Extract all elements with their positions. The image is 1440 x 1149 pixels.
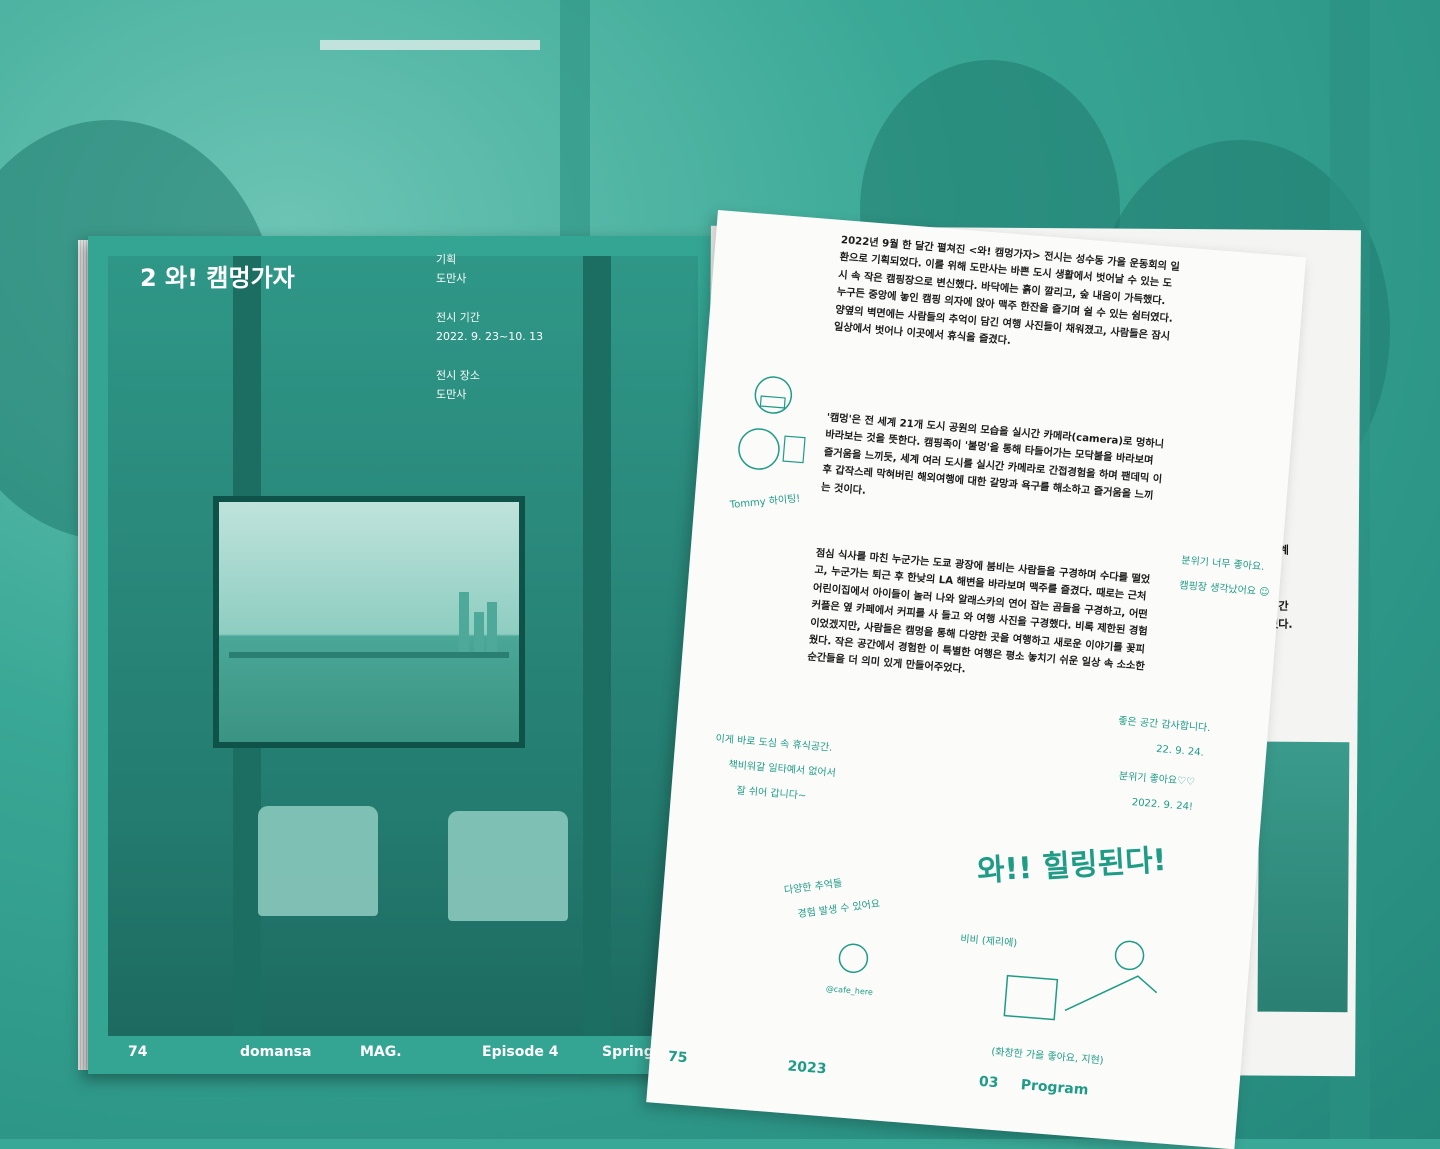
doodle-face-icon xyxy=(838,943,869,974)
handwriting-note: 이게 바로 도심 속 휴식공간. xyxy=(715,733,833,754)
footer-section-number: 03 xyxy=(978,1073,999,1092)
handwriting-note: 좋은 공간 감사합니다. xyxy=(1117,715,1211,735)
handwriting-handle: @cafe_here xyxy=(825,984,874,997)
photo-pillar xyxy=(583,256,611,1036)
footer-episode: Episode 4 xyxy=(482,1044,559,1060)
left-page: 2 와! 캠멍가자 기획 도만사 전시 기간 2022. 9. 23~10. 1… xyxy=(88,236,720,1074)
page-title: 2 와! 캠멍가자 xyxy=(140,264,295,292)
meta-planning: 기획 도만사 xyxy=(436,253,467,285)
exhibit-photo xyxy=(108,256,698,1036)
handwriting-note: 22. 9. 24. xyxy=(1155,743,1205,759)
handwriting-note: 비비 (제리에) xyxy=(959,933,1018,950)
meta-period: 전시 기간 2022. 9. 23~10. 13 xyxy=(436,311,544,343)
page-number: 74 xyxy=(128,1044,148,1060)
handwriting-note: 다양한 추억들 xyxy=(783,878,843,897)
footer-year: 2023 xyxy=(786,1058,828,1078)
street-photo xyxy=(1257,741,1350,1013)
handwritten-guest-sheet: 2022년 9월 한 달간 펼쳐진 <와! 캠멍가자> 전시는 성수동 가을 운… xyxy=(646,210,1307,1149)
footer-brand: domansa xyxy=(240,1044,312,1060)
camping-chair xyxy=(258,806,378,916)
handwriting-note: 분위기 너무 좋아요. xyxy=(1180,555,1265,573)
handwriting-headline: 와!! 힐링된다! xyxy=(976,842,1168,890)
footer-section: Program xyxy=(1020,1077,1089,1099)
handwriting-note: 책비워갈 일타예서 없어서 xyxy=(728,759,837,780)
handwriting-note: 분위기 좋아요♡♡ xyxy=(1118,770,1196,789)
footer-mag: MAG. xyxy=(360,1044,402,1060)
background-pillar xyxy=(560,0,590,240)
meta-venue: 전시 장소 도만사 xyxy=(436,369,480,401)
projected-city-view xyxy=(213,496,525,748)
handwriting-note: 캠핑장 생각났어요 ☺ xyxy=(1178,580,1270,599)
camping-chair xyxy=(448,811,568,921)
handwriting-note: 잘 쉬어 갑니다~ xyxy=(736,785,807,802)
handwriting-tommy: Tommy 하이팅! xyxy=(729,493,801,512)
paragraph-3: 점심 식사를 마친 누군가는 도쿄 광장에 붐비는 사람들을 구경하며 수다를 … xyxy=(806,547,1151,676)
ceiling-light xyxy=(320,40,540,50)
page-number: 75 xyxy=(667,1048,688,1067)
handwriting-note: (화창한 가을 좋아요, 지현) xyxy=(990,1046,1104,1067)
handwriting-note: 경험 발생 수 있어요 xyxy=(796,898,881,921)
paragraph-1: 2022년 9월 한 달간 펼쳐진 <와! 캠멍가자> 전시는 성수동 가을 운… xyxy=(833,234,1181,347)
paragraph-2: '캠멍'은 전 세계 21개 도시 공원의 모습을 실시간 카메라(camera… xyxy=(820,412,1165,503)
handwriting-note: 2022. 9. 24! xyxy=(1131,797,1194,813)
footer-season: Spring xyxy=(602,1044,654,1060)
doodle-people-icon xyxy=(738,376,806,470)
